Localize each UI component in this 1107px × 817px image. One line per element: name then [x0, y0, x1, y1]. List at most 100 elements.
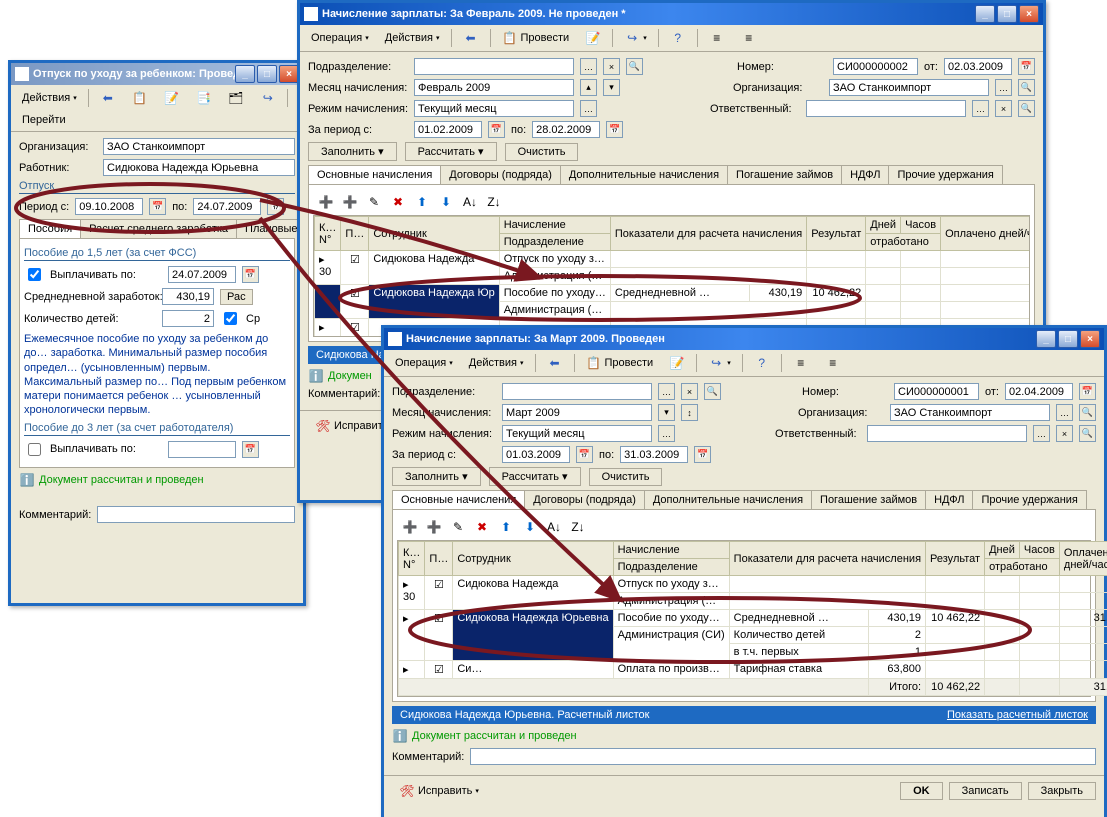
help-icon[interactable]: ? — [747, 352, 777, 374]
calc-button[interactable]: Рассчитать ▾ — [405, 142, 497, 161]
from-input[interactable] — [502, 446, 570, 463]
clear-icon[interactable]: × — [995, 100, 1012, 117]
titlebar[interactable]: Отпуск по уходу за ребенком: Проведен _ … — [11, 63, 303, 85]
actions-menu[interactable]: Действия ▾ — [15, 89, 84, 107]
resp-input[interactable] — [867, 425, 1027, 442]
min-button[interactable]: _ — [975, 5, 995, 23]
comment-input[interactable] — [470, 748, 1096, 765]
resp-input[interactable] — [806, 100, 966, 117]
tab-4[interactable]: НДФЛ — [925, 490, 973, 509]
date-input[interactable] — [1005, 383, 1073, 400]
spin-dn-icon[interactable]: ▾ — [603, 79, 620, 96]
calc-avg-button[interactable]: Рас — [220, 289, 253, 305]
add2-icon[interactable]: ➕ — [423, 516, 445, 538]
date-picker-icon[interactable]: 📅 — [242, 266, 259, 283]
sort-az-icon[interactable]: A↓ — [459, 191, 481, 213]
tab-5[interactable]: Прочие удержания — [888, 165, 1002, 184]
first-checkbox[interactable] — [224, 312, 237, 325]
date-picker-icon[interactable]: 📅 — [694, 446, 711, 463]
clear-icon[interactable]: × — [681, 383, 698, 400]
period-to-input[interactable] — [193, 198, 261, 215]
edit-icon[interactable]: ✎ — [447, 516, 469, 538]
mode-input[interactable] — [414, 100, 574, 117]
save-button[interactable]: Записать — [949, 782, 1022, 800]
add-icon[interactable]: ➕ — [315, 191, 337, 213]
clear-button[interactable]: Очистить — [589, 468, 663, 486]
pay-until-checkbox[interactable] — [28, 268, 41, 281]
down-icon[interactable]: ⬇ — [519, 516, 541, 538]
tab-2[interactable]: Дополнительные начисления — [560, 165, 728, 184]
tb-icon[interactable]: ≡ — [786, 352, 816, 374]
tab-benefits[interactable]: Пособия — [19, 219, 81, 238]
close-button[interactable]: × — [279, 65, 299, 83]
emp-input[interactable] — [103, 159, 295, 176]
date-picker-icon[interactable]: 📅 — [267, 198, 284, 215]
clear-icon[interactable]: … — [580, 58, 597, 75]
pay3-input[interactable] — [168, 441, 236, 458]
add2-icon[interactable]: ➕ — [339, 191, 361, 213]
sort-icon[interactable]: A↓ — [543, 516, 565, 538]
avg-input[interactable] — [162, 288, 214, 305]
actions-menu[interactable]: Действия ▾ — [378, 29, 447, 47]
mode-input[interactable] — [502, 425, 652, 442]
tb-icon[interactable]: ≡ — [734, 27, 764, 49]
search-icon[interactable]: 🔍 — [704, 383, 721, 400]
tb-icon5[interactable]: ↪ — [253, 87, 283, 109]
help-icon[interactable]: ? — [663, 27, 693, 49]
date-picker-icon[interactable]: 📅 — [576, 446, 593, 463]
tb-icon[interactable]: 📝 — [578, 27, 608, 49]
tab-2[interactable]: Дополнительные начисления — [644, 490, 812, 509]
date-picker-icon[interactable]: 📅 — [488, 121, 505, 138]
add-icon[interactable]: ➕ — [399, 516, 421, 538]
spin-icon[interactable]: ▾ — [658, 404, 675, 421]
more-icon[interactable]: … — [580, 100, 597, 117]
dep-input[interactable] — [414, 58, 574, 75]
date-picker-icon[interactable]: 📅 — [242, 441, 259, 458]
comment-input[interactable] — [97, 506, 295, 523]
tab-3[interactable]: Погашение займов — [727, 165, 842, 184]
more-icon[interactable]: … — [1033, 425, 1050, 442]
period-from-input[interactable] — [75, 198, 143, 215]
search-icon[interactable]: 🔍 — [1079, 425, 1096, 442]
min-button[interactable]: _ — [235, 65, 255, 83]
more-icon[interactable]: … — [1056, 404, 1073, 421]
titlebar[interactable]: Начисление зарплаты: За Март 2009. Прове… — [384, 328, 1104, 350]
actions-menu[interactable]: Действия ▾ — [462, 354, 531, 372]
clear-icon[interactable]: × — [603, 58, 620, 75]
op-menu[interactable]: Операция ▾ — [388, 354, 460, 372]
grid[interactable]: К…N°П… Сотрудник Начисление Показатели д… — [313, 215, 1030, 337]
search-icon[interactable]: 🔍 — [1018, 79, 1035, 96]
date-picker-icon[interactable]: 📅 — [149, 198, 166, 215]
tb-icon[interactable]: ↪▾ — [701, 352, 738, 374]
close-button[interactable]: × — [1080, 330, 1100, 348]
sort-icon[interactable]: Z↓ — [567, 516, 589, 538]
del-icon[interactable]: ✖ — [471, 516, 493, 538]
nav-back-icon[interactable]: ⬅ — [93, 87, 123, 109]
num-input[interactable] — [894, 383, 979, 400]
date-picker-icon[interactable]: 📅 — [606, 121, 623, 138]
max-button[interactable]: □ — [997, 5, 1017, 23]
tab-5[interactable]: Прочие удержания — [972, 490, 1086, 509]
tab-4[interactable]: НДФЛ — [841, 165, 889, 184]
up-icon[interactable]: ⬆ — [495, 516, 517, 538]
search-icon[interactable]: 🔍 — [1079, 404, 1096, 421]
to-input[interactable] — [532, 121, 600, 138]
titlebar[interactable]: Начисление зарплаты: За Февраль 2009. Не… — [300, 3, 1043, 25]
max-button[interactable]: □ — [257, 65, 277, 83]
op-menu[interactable]: Операция ▾ — [304, 29, 376, 47]
more-icon[interactable]: … — [995, 79, 1012, 96]
del-icon[interactable]: ✖ — [387, 191, 409, 213]
org-input[interactable] — [103, 138, 295, 155]
org-input[interactable] — [829, 79, 989, 96]
month-input[interactable] — [414, 79, 574, 96]
tb-icon[interactable]: ≡ — [818, 352, 848, 374]
tb-icon[interactable]: ↪▾ — [617, 27, 654, 49]
ok-button[interactable]: OK — [900, 782, 943, 800]
to-input[interactable] — [620, 446, 688, 463]
clear-button[interactable]: Очистить — [505, 143, 579, 161]
tb-icon3[interactable]: 📑 — [189, 87, 219, 109]
calc-button[interactable]: Рассчитать ▾ — [489, 467, 581, 486]
search-icon[interactable]: 🔍 — [626, 58, 643, 75]
down-icon[interactable]: ⬇ — [435, 191, 457, 213]
goto-menu[interactable]: Перейти — [15, 111, 73, 129]
